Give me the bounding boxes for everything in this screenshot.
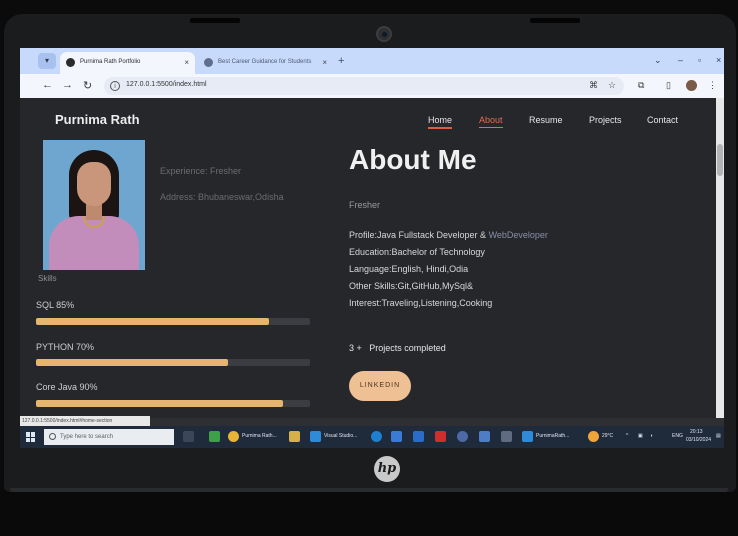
nav-resume-link[interactable]: Resume [529, 115, 563, 125]
nav-contact-link[interactable]: Contact [647, 115, 678, 125]
projects-completed: 3 + Projects completed [349, 343, 446, 353]
profile-photo [43, 140, 145, 270]
page-scrollbar[interactable] [716, 98, 724, 418]
site-info-icon[interactable]: i [110, 81, 120, 91]
close-tab-icon[interactable]: × [184, 58, 189, 67]
tab-label: Purnima Rath Portfolio [80, 59, 141, 65]
site-brand[interactable]: Purnima Rath [55, 112, 140, 127]
taskbar-project-label[interactable]: PurnimaRath... [536, 433, 569, 439]
bezel-clip [530, 18, 580, 23]
skill-label: PYTHON 70% [36, 342, 95, 352]
chevron-down-icon[interactable]: ⌄ [654, 55, 662, 66]
volume-icon[interactable]: ◖ [650, 433, 653, 439]
about-heading: About Me [349, 144, 477, 175]
close-tab-icon[interactable]: × [322, 58, 327, 67]
youtube-icon[interactable] [435, 431, 446, 442]
close-window-icon[interactable]: × [716, 55, 721, 65]
windows-start-icon[interactable] [26, 432, 36, 442]
bookmark-star-icon[interactable]: ☆ [608, 80, 616, 91]
education-line: Education:Bachelor of Technology [349, 247, 485, 257]
linkedin-button[interactable]: LINKEDIN [349, 371, 411, 401]
scrollbar-thumb[interactable] [717, 144, 723, 176]
clock-date[interactable]: 03/10/2024 [686, 437, 711, 443]
menu-dots-icon[interactable]: ⋮ [708, 80, 717, 91]
laptop-frame: hp ▾ Purnima Rath Portfolio × Best Caree… [0, 0, 738, 536]
laptop-base [0, 492, 738, 536]
vscode-icon[interactable] [310, 431, 321, 442]
weather-icon[interactable] [588, 431, 599, 442]
chrome-icon[interactable] [228, 431, 239, 442]
notifications-icon[interactable]: ▤ [716, 433, 721, 439]
url-input[interactable]: i 127.0.0.1:5500/index.html [104, 77, 624, 95]
taskbar-chrome-label[interactable]: Purnima Rath... [242, 433, 277, 439]
language-line: Language:English, Hindi,Odia [349, 264, 469, 274]
interest-line: Interest:Traveling,Listening,Cooking [349, 298, 493, 308]
app-icon[interactable] [209, 431, 220, 442]
nav-about-link[interactable]: About [479, 115, 503, 128]
network-icon[interactable]: ▣ [638, 433, 643, 439]
minimize-icon[interactable]: – [678, 55, 683, 65]
task-view-icon[interactable] [183, 431, 194, 442]
forward-icon[interactable]: → [62, 79, 73, 91]
tab-career-guidance[interactable]: Best Career Guidance for Students × [198, 52, 333, 74]
other-skills-line: Other Skills:Git,GitHub,MySql& [349, 281, 474, 291]
favicon-icon [204, 58, 213, 67]
skill-label: Core Java 90% [36, 382, 98, 392]
nav-home-link[interactable]: Home [428, 115, 453, 129]
portfolio-page: Purnima Rath Home About Resume Projects … [20, 98, 716, 418]
translate-icon[interactable]: ⌘ [589, 80, 598, 91]
url-text: 127.0.0.1:5500/index.html [126, 81, 207, 88]
tab-label: Best Career Guidance for Students [218, 59, 312, 65]
photoshop-icon[interactable] [413, 431, 424, 442]
language-indicator[interactable]: ENG [672, 433, 683, 439]
projects-count: 3 + [349, 343, 362, 353]
taskbar-search-input[interactable]: Type here to search [44, 429, 174, 445]
tray-chevron-icon[interactable]: ^ [626, 433, 628, 439]
edge-icon[interactable] [371, 431, 382, 442]
back-icon[interactable]: ← [42, 79, 53, 91]
weather-temp[interactable]: 29°C [602, 433, 613, 439]
about-subtitle: Fresher [349, 200, 381, 210]
address-text: Address: Bhubaneswar,Odisha [160, 192, 284, 202]
address-bar: ← → ↻ i 127.0.0.1:5500/index.html ⌘ ☆ ⧉ … [20, 74, 724, 98]
tab-search-icon[interactable]: ▾ [38, 53, 56, 69]
profile-avatar[interactable] [686, 80, 697, 91]
bezel-clip [190, 18, 240, 23]
maximize-icon[interactable]: ▫ [698, 55, 701, 65]
skill-bar [36, 359, 310, 366]
file-explorer-icon[interactable] [289, 431, 300, 442]
clock-time[interactable]: 20:13 [690, 429, 703, 435]
experience-text: Experience: Fresher [160, 166, 242, 176]
webcam [376, 26, 392, 42]
profile-line: Profile:Java Fullstack Developer & WebDe… [349, 230, 548, 240]
new-tab-icon[interactable]: + [338, 55, 344, 67]
screen: ▾ Purnima Rath Portfolio × Best Career G… [20, 48, 724, 448]
favicon-icon [66, 58, 75, 67]
taskbar: Type here to search Purnima Rath... Visu… [20, 426, 724, 448]
mail-icon[interactable] [391, 431, 402, 442]
search-icon [49, 433, 56, 440]
app-icon[interactable] [479, 431, 490, 442]
app-icon[interactable] [457, 431, 468, 442]
side-panel-icon[interactable]: ▯ [666, 80, 671, 91]
tab-portfolio[interactable]: Purnima Rath Portfolio × [60, 52, 195, 74]
reload-icon[interactable]: ↻ [83, 79, 92, 92]
vscode-icon[interactable] [522, 431, 533, 442]
skill-label: SQL 85% [36, 300, 75, 310]
tab-bar: ▾ Purnima Rath Portfolio × Best Career G… [20, 48, 724, 74]
nav-projects-link[interactable]: Projects [589, 115, 622, 125]
hp-logo: hp [374, 456, 400, 482]
skill-bar [36, 400, 310, 407]
skills-heading: Skills [38, 274, 57, 283]
projects-label: Projects completed [369, 343, 446, 353]
app-icon[interactable] [501, 431, 512, 442]
skill-bar [36, 318, 310, 325]
taskbar-vscode-label[interactable]: Visual Studio... [324, 433, 357, 439]
status-bar-url: 127.0.0.1:5500/index.html#home-section [20, 416, 150, 426]
extensions-icon[interactable]: ⧉ [638, 80, 644, 91]
